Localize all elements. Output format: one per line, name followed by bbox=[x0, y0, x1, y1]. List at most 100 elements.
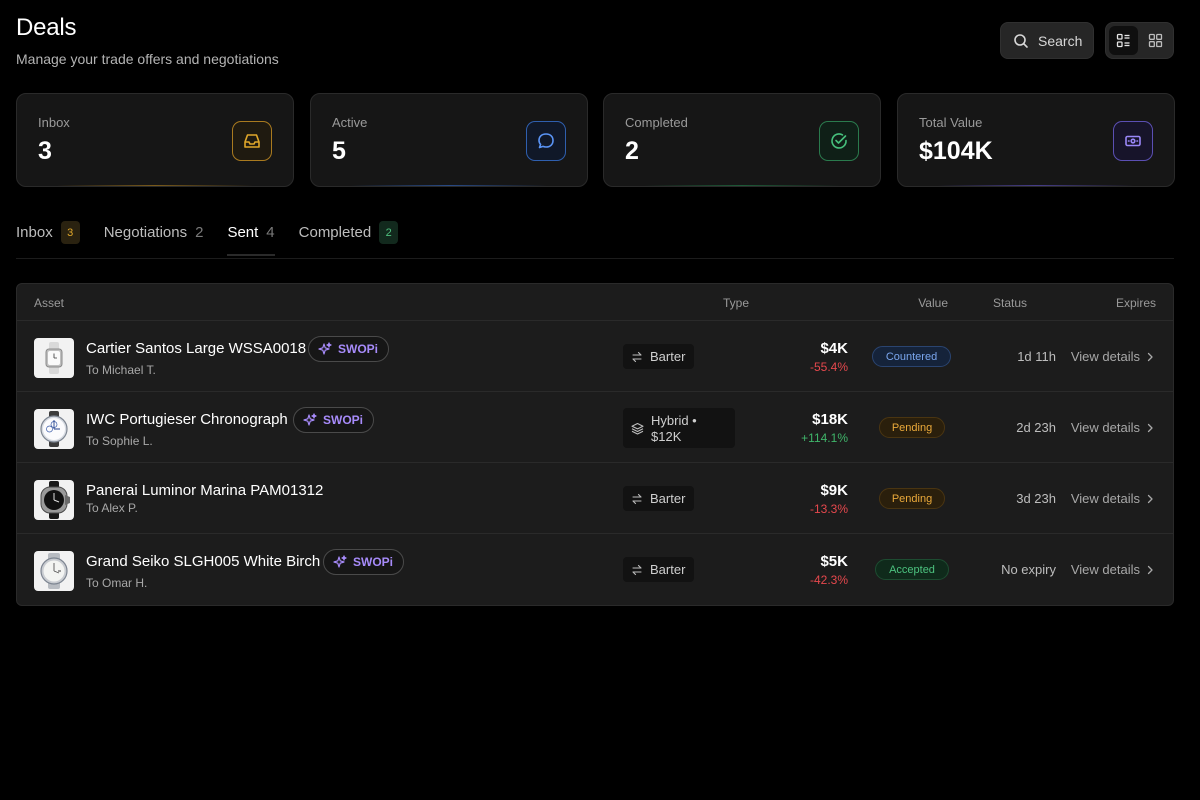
page-subtitle: Manage your trade offers and negotiation… bbox=[16, 51, 279, 67]
swopi-badge[interactable]: SWOPi bbox=[308, 336, 390, 362]
swopi-badge[interactable]: SWOPi bbox=[323, 549, 405, 575]
view-toggle bbox=[1105, 22, 1174, 59]
tab-label: Completed bbox=[298, 224, 372, 241]
column-header-value: Value bbox=[918, 296, 948, 310]
card-glow bbox=[938, 185, 1134, 186]
search-button[interactable]: Search bbox=[1000, 22, 1094, 59]
column-header-type: Type bbox=[723, 296, 750, 310]
recipient: To Michael T. bbox=[86, 363, 156, 377]
deal-tabs: Inbox 3 Negotiations 2 Sent 4 Completed … bbox=[16, 219, 1174, 259]
type-chip: Barter bbox=[623, 557, 695, 582]
stat-label: Total Value bbox=[919, 115, 983, 130]
inbox-icon bbox=[244, 134, 260, 148]
tab-count: 2 bbox=[195, 224, 204, 241]
stat-label: Completed bbox=[625, 115, 688, 130]
value-delta: -55.4% bbox=[809, 360, 848, 374]
table-row[interactable]: Grand Seiko SLGH005 White Birch SWOPi To… bbox=[17, 534, 1173, 605]
stat-value: 2 bbox=[625, 137, 639, 165]
chat-icon-box bbox=[526, 121, 566, 161]
value-delta: -42.3% bbox=[809, 573, 848, 587]
tab-sent[interactable]: Sent 4 bbox=[227, 219, 275, 256]
check-icon-box bbox=[819, 121, 859, 161]
grid-view-button[interactable] bbox=[1141, 26, 1170, 55]
type-label-line1: Hybrid • bbox=[651, 413, 697, 428]
asset-name[interactable]: Grand Seiko SLGH005 White Birch bbox=[86, 553, 320, 570]
table-row[interactable]: IWC Portugieser Chronograph SWOPi To Sop… bbox=[17, 392, 1173, 463]
deal-value: $5K bbox=[820, 553, 848, 570]
expires-value: 2d 23h bbox=[1016, 420, 1056, 435]
page-header: Deals Manage your trade offers and negot… bbox=[16, 14, 279, 67]
watch-image-icon bbox=[40, 411, 68, 447]
type-chip: Barter bbox=[623, 344, 695, 369]
type-label: Barter bbox=[650, 348, 686, 364]
view-details-link[interactable]: View details bbox=[1071, 349, 1154, 364]
grid-view-icon bbox=[1148, 33, 1163, 48]
tab-completed[interactable]: Completed 2 bbox=[299, 219, 399, 246]
stat-card-inbox: Inbox 3 bbox=[16, 93, 294, 187]
tab-count-badge: 3 bbox=[60, 221, 80, 244]
swap-arrows-icon bbox=[632, 493, 642, 504]
stat-value: 5 bbox=[332, 137, 346, 165]
stat-label: Active bbox=[332, 115, 368, 130]
tab-inbox[interactable]: Inbox 3 bbox=[16, 219, 80, 246]
table-row[interactable]: Cartier Santos Large WSSA0018 SWOPi To M… bbox=[17, 321, 1173, 392]
swopi-label: SWOPi bbox=[338, 342, 379, 356]
card-glow bbox=[351, 185, 547, 186]
asset-name[interactable]: IWC Portugieser Chronograph bbox=[86, 411, 288, 428]
recipient: To Omar H. bbox=[86, 576, 148, 590]
deal-value: $18K bbox=[812, 411, 848, 428]
watch-thumbnail bbox=[34, 409, 74, 449]
view-details-label: View details bbox=[1070, 562, 1140, 577]
deals-table: Asset Type Value Status Expires Cartier … bbox=[16, 283, 1174, 606]
watch-thumbnail bbox=[34, 480, 74, 520]
type-label-line2: $12K bbox=[651, 429, 682, 444]
search-icon bbox=[1014, 33, 1028, 48]
type-chip: Barter bbox=[623, 486, 695, 511]
tab-count: 4 bbox=[266, 224, 275, 241]
asset-name[interactable]: Panerai Luminor Marina PAM01312 bbox=[86, 482, 323, 499]
cash-icon bbox=[1125, 135, 1141, 147]
status-badge: Pending bbox=[879, 417, 945, 438]
list-view-icon bbox=[1116, 33, 1130, 48]
stat-value: 3 bbox=[38, 137, 52, 165]
value-delta: -13.3% bbox=[809, 502, 848, 516]
view-details-link[interactable]: View details bbox=[1071, 420, 1154, 435]
swopi-badge[interactable]: SWOPi bbox=[293, 407, 375, 433]
page-title: Deals bbox=[16, 14, 77, 41]
recipient: To Sophie L. bbox=[86, 434, 153, 448]
swap-arrows-icon bbox=[632, 564, 642, 575]
stat-card-completed: Completed 2 bbox=[603, 93, 881, 187]
sparkles-icon bbox=[333, 555, 347, 568]
expires-value: No expiry bbox=[1001, 562, 1056, 577]
status-badge: Pending bbox=[879, 488, 945, 509]
watch-thumbnail bbox=[34, 338, 74, 378]
chevron-right-icon bbox=[1147, 352, 1153, 361]
list-view-button[interactable] bbox=[1109, 26, 1138, 55]
inbox-icon-box bbox=[232, 121, 272, 161]
view-details-link[interactable]: View details bbox=[1071, 491, 1154, 506]
card-glow bbox=[644, 185, 840, 186]
sparkles-icon bbox=[318, 342, 332, 355]
status-badge: Accepted bbox=[875, 559, 949, 580]
check-circle-icon bbox=[831, 133, 847, 149]
table-row[interactable]: Panerai Luminor Marina PAM01312 To Alex … bbox=[17, 463, 1173, 534]
type-label: Barter bbox=[650, 490, 686, 506]
stat-card-total-value: Total Value $104K bbox=[897, 93, 1175, 187]
stat-card-active: Active 5 bbox=[310, 93, 588, 187]
view-details-link[interactable]: View details bbox=[1071, 562, 1154, 577]
tab-label: Inbox bbox=[16, 224, 53, 241]
asset-name[interactable]: Cartier Santos Large WSSA0018 bbox=[86, 340, 306, 357]
watch-image-icon bbox=[40, 553, 68, 589]
watch-image-icon bbox=[45, 342, 63, 374]
recipient: To Alex P. bbox=[86, 501, 138, 515]
tab-label: Sent bbox=[227, 224, 259, 241]
tab-negotiations[interactable]: Negotiations 2 bbox=[104, 219, 204, 246]
tab-label: Negotiations bbox=[103, 224, 188, 241]
type-label: Barter bbox=[650, 561, 686, 577]
expires-value: 3d 23h bbox=[1016, 491, 1056, 506]
value-delta: +114.1% bbox=[801, 431, 848, 445]
column-header-expires: Expires bbox=[1115, 296, 1156, 310]
deal-value: $9K bbox=[820, 482, 848, 499]
table-header: Asset Type Value Status Expires bbox=[17, 284, 1173, 321]
card-glow bbox=[57, 185, 253, 186]
